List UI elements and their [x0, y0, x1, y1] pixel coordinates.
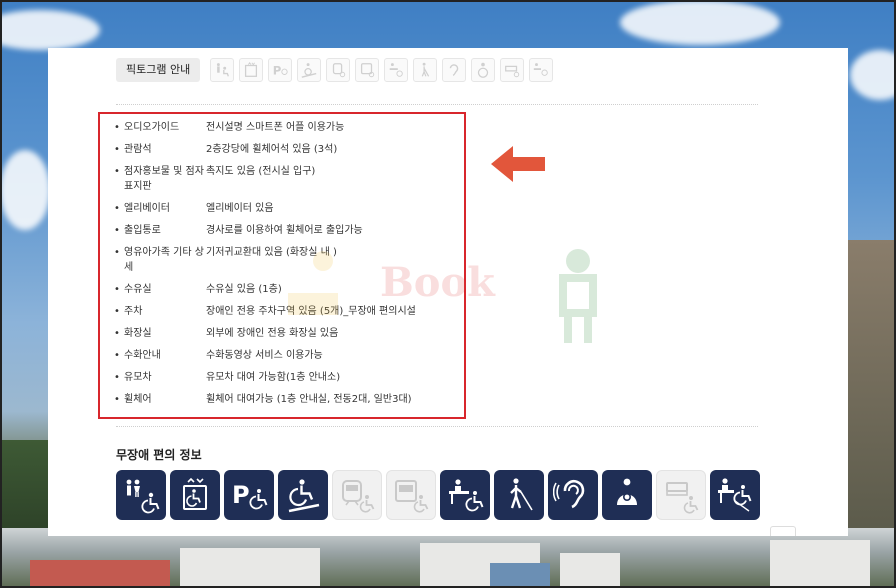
bullet: • [114, 350, 120, 361]
nursing-room-icon-glyph [617, 478, 637, 505]
blind-guide-icon-glyph [510, 478, 533, 511]
elevator-icon[interactable] [239, 58, 264, 82]
accessible-parking-icon[interactable]: P [224, 470, 274, 520]
town-buildings [0, 528, 896, 588]
information-desk-icon-glyph [449, 479, 484, 512]
info-value: 촉지도 있음 (전시실 입구) [206, 166, 316, 177]
divider [116, 104, 758, 105]
info-label: 수유실 [124, 284, 152, 295]
list-item: • 점자홍보물 및 점자표지판 촉지도 있음 (전시실 입구) [114, 164, 454, 194]
information-desk-icon[interactable] [384, 58, 409, 82]
nursing-room-icon[interactable] [471, 58, 496, 82]
ramp-icon-glyph [288, 479, 320, 513]
info-value: 엘리베이터 있음 [206, 203, 274, 214]
information-desk-icon[interactable] [440, 470, 490, 520]
hearing-icon[interactable] [442, 58, 467, 82]
list-item: • 오디오가이드 전시설명 스마트폰 어플 이용가능 [114, 120, 454, 135]
list-item: • 유모차 유모차 대여 가능함(1층 안내소) [114, 370, 454, 385]
bullet: • [114, 284, 120, 295]
accessible-toilet-icon-glyph [126, 479, 160, 514]
info-label: 관람석 [124, 144, 152, 155]
info-label: 주차 [124, 306, 143, 317]
watermark: Book [278, 243, 638, 353]
scroll-top-button[interactable] [770, 526, 796, 536]
nursing-room-icon[interactable] [602, 470, 652, 520]
bullet: • [114, 372, 120, 383]
bullet: • [114, 306, 120, 317]
info-value: 휠체어 대여가능 (1층 안내실, 전동2대, 일반3대) [206, 394, 412, 405]
bus-access-icon-glyph [395, 480, 429, 513]
ramp-icon[interactable] [278, 470, 328, 520]
info-value: 2층강당에 휠체어석 있음 (3석) [206, 144, 338, 155]
elevator-icon[interactable] [170, 470, 220, 520]
list-item: • 휠체어 휠체어 대여가능 (1층 안내실, 전동2대, 일반3대) [114, 392, 454, 407]
pictogram-tabs: 픽토그램 안내 P [116, 58, 554, 82]
bullet: • [114, 203, 120, 214]
bullet: • [114, 328, 120, 339]
accessibility-icons: P [116, 470, 760, 520]
accessible-room-icon[interactable] [500, 58, 525, 82]
tab-pictogram-guide[interactable]: 픽토그램 안내 [116, 58, 201, 82]
bus-access-icon[interactable] [386, 470, 436, 520]
list-item: • 관람석 2층강당에 휠체어석 있음 (3석) [114, 142, 454, 157]
svg-text:P: P [232, 481, 250, 509]
accessible-toilet-icon[interactable] [116, 470, 166, 520]
info-label: 영유아가족 기타 상세 [124, 247, 204, 273]
info-value: 경사로를 이용하여 휠체어로 출입가능 [206, 225, 363, 236]
bus-access-icon[interactable] [355, 58, 380, 82]
hearing-icon[interactable] [548, 470, 598, 520]
accessible-room-icon-glyph [666, 482, 699, 514]
bullet: • [114, 247, 120, 258]
accessible-parking-icon-glyph: P [232, 481, 268, 510]
blind-guide-icon[interactable] [494, 470, 544, 520]
accessible-room-icon[interactable] [656, 470, 706, 520]
watermark-text: Book [380, 259, 495, 306]
accessible-toilet-icon[interactable] [210, 58, 235, 82]
info-label: 오디오가이드 [124, 122, 180, 133]
elevator-icon-glyph [183, 477, 207, 510]
accessible-parking-icon[interactable]: P [268, 58, 293, 82]
info-value: 유모차 대여 가능함(1층 안내소) [206, 372, 341, 383]
rail-access-icon[interactable] [326, 58, 351, 82]
info-label: 유모차 [124, 372, 152, 383]
wheelchair-rental-icon[interactable] [710, 470, 760, 520]
info-label: 수화안내 [124, 350, 161, 361]
wheelchair-rental-icon[interactable] [529, 58, 554, 82]
svg-text:P: P [273, 64, 282, 78]
section-title: 무장애 편의 정보 [116, 448, 202, 462]
info-label: 휠체어 [124, 394, 152, 405]
rail-access-icon-glyph [342, 480, 375, 513]
info-label: 엘리베이터 [124, 203, 170, 214]
arrow-left-icon [491, 146, 545, 182]
ramp-icon[interactable] [297, 58, 322, 82]
list-item: • 출입통로 경사로를 이용하여 휠체어로 출입가능 [114, 223, 454, 238]
info-label: 출입통로 [124, 225, 161, 236]
blind-guide-icon[interactable] [413, 58, 438, 82]
bullet: • [114, 225, 120, 236]
bullet: • [114, 122, 120, 133]
rail-access-icon[interactable] [332, 470, 382, 520]
divider [116, 426, 758, 427]
wheelchair-rental-icon-glyph [718, 478, 752, 512]
bullet: • [114, 144, 120, 155]
bullet: • [114, 166, 120, 177]
info-label: 화장실 [124, 328, 152, 339]
info-label: 점자홍보물 및 점자표지판 [124, 166, 204, 192]
info-panel: 픽토그램 안내 P • 오디오가이드 전시설명 스마트폰 어플 이용가능 • 관람석 2층… [48, 48, 848, 536]
list-item: • 엘리베이터 엘리베이터 있음 [114, 201, 454, 216]
bullet: • [114, 394, 120, 405]
info-value: 전시설명 스마트폰 어플 이용가능 [206, 122, 345, 133]
hearing-icon-glyph [553, 480, 585, 509]
